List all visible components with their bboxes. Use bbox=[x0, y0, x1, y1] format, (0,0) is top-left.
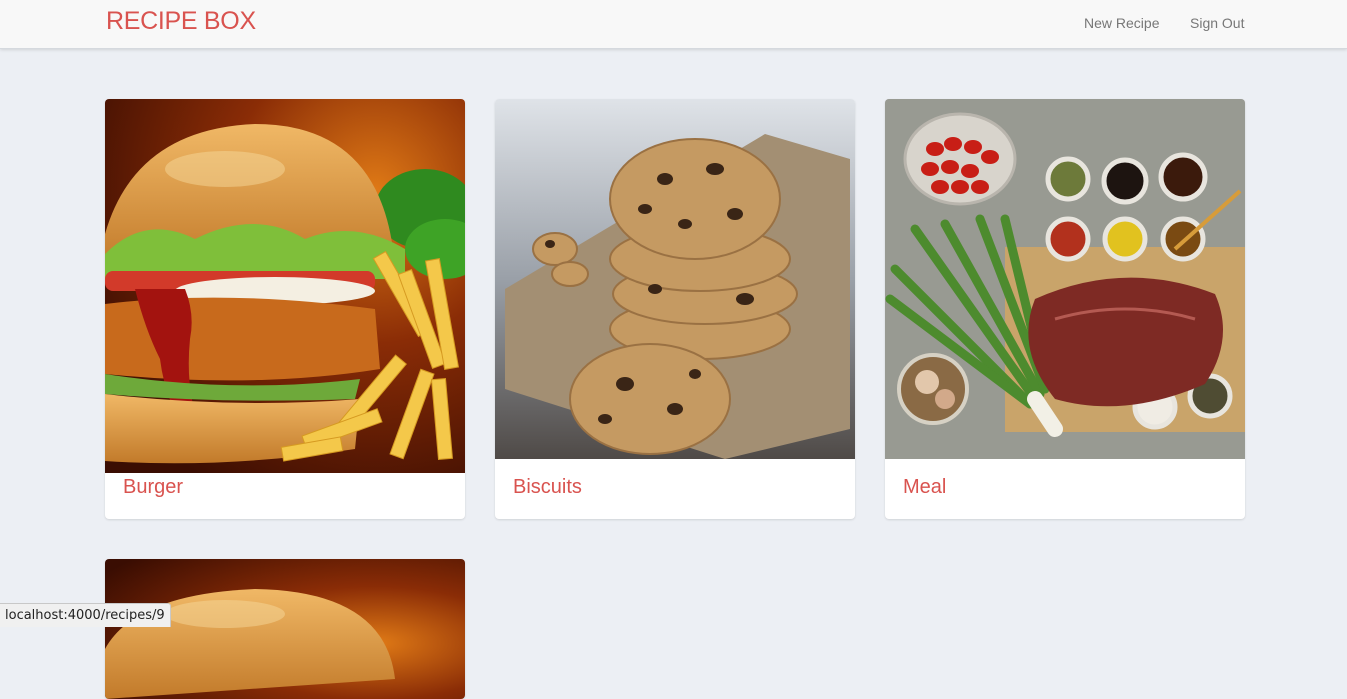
new-recipe-link[interactable]: New Recipe bbox=[1084, 15, 1159, 31]
recipe-title[interactable]: Burger bbox=[123, 476, 183, 499]
recipe-card-biscuits[interactable]: Biscuits bbox=[495, 99, 855, 519]
recipe-card-partial[interactable] bbox=[105, 559, 465, 699]
recipe-card-burger[interactable]: Burger bbox=[105, 99, 465, 519]
brand-logo[interactable]: RECIPE BOX bbox=[106, 7, 256, 36]
navbar: RECIPE BOX New Recipe Sign Out bbox=[0, 0, 1347, 49]
ingredients-photo bbox=[885, 99, 1245, 459]
burger-photo bbox=[105, 559, 465, 699]
recipe-title[interactable]: Biscuits bbox=[513, 476, 582, 499]
recipe-title[interactable]: Meal bbox=[903, 476, 946, 499]
recipe-card-meal[interactable]: Meal bbox=[885, 99, 1245, 519]
sign-out-link[interactable]: Sign Out bbox=[1190, 15, 1244, 31]
cookies-photo bbox=[495, 99, 855, 459]
browser-status-bar: localhost:4000/recipes/9 bbox=[0, 603, 171, 627]
burger-photo bbox=[105, 99, 465, 473]
